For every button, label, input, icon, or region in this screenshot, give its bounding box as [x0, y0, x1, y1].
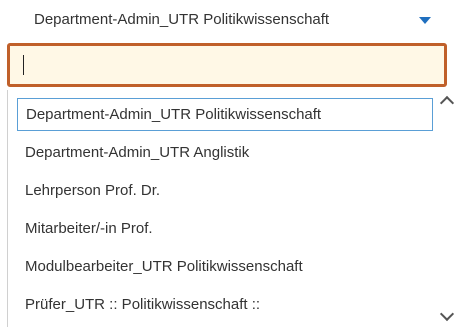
dropdown-list: Department-Admin_UTR Politikwissenschaft…	[7, 90, 455, 327]
options-list: Department-Admin_UTR Politikwissenschaft…	[17, 98, 433, 326]
chevron-up-icon[interactable]	[439, 95, 455, 111]
option-label: Department-Admin_UTR Politikwissenschaft	[26, 106, 322, 123]
search-field-wrapper	[7, 43, 449, 87]
chevron-down-icon[interactable]	[419, 17, 431, 24]
option-label: Department-Admin_UTR Anglistik	[25, 144, 250, 161]
list-item[interactable]: Prüfer_UTR :: Politikwissenschaft ::	[17, 288, 433, 321]
list-item[interactable]: Lehrperson Prof. Dr.	[17, 174, 433, 207]
list-item[interactable]: Department-Admin_UTR Politikwissenschaft	[17, 98, 433, 131]
list-item[interactable]: Department-Admin_UTR Anglistik	[17, 136, 433, 169]
option-label: Prüfer_UTR :: Politikwissenschaft ::	[25, 296, 261, 313]
chevron-down-icon[interactable]	[439, 306, 455, 322]
list-item[interactable]: Modulbearbeiter_UTR Politikwissenschaft	[17, 250, 433, 283]
list-item[interactable]: Mitarbeiter/-in Prof.	[17, 212, 433, 245]
scrollbar[interactable]	[438, 90, 455, 327]
role-select-value: Department-Admin_UTR Politikwissenschaft	[34, 11, 330, 28]
option-label: Modulbearbeiter_UTR Politikwissenschaft	[25, 258, 303, 275]
role-select[interactable]: Department-Admin_UTR Politikwissenschaft	[0, 0, 455, 40]
text-cursor	[23, 55, 24, 75]
option-label: Lehrperson Prof. Dr.	[25, 182, 161, 199]
option-label: Mitarbeiter/-in Prof.	[25, 220, 153, 237]
search-input[interactable]	[13, 49, 449, 81]
